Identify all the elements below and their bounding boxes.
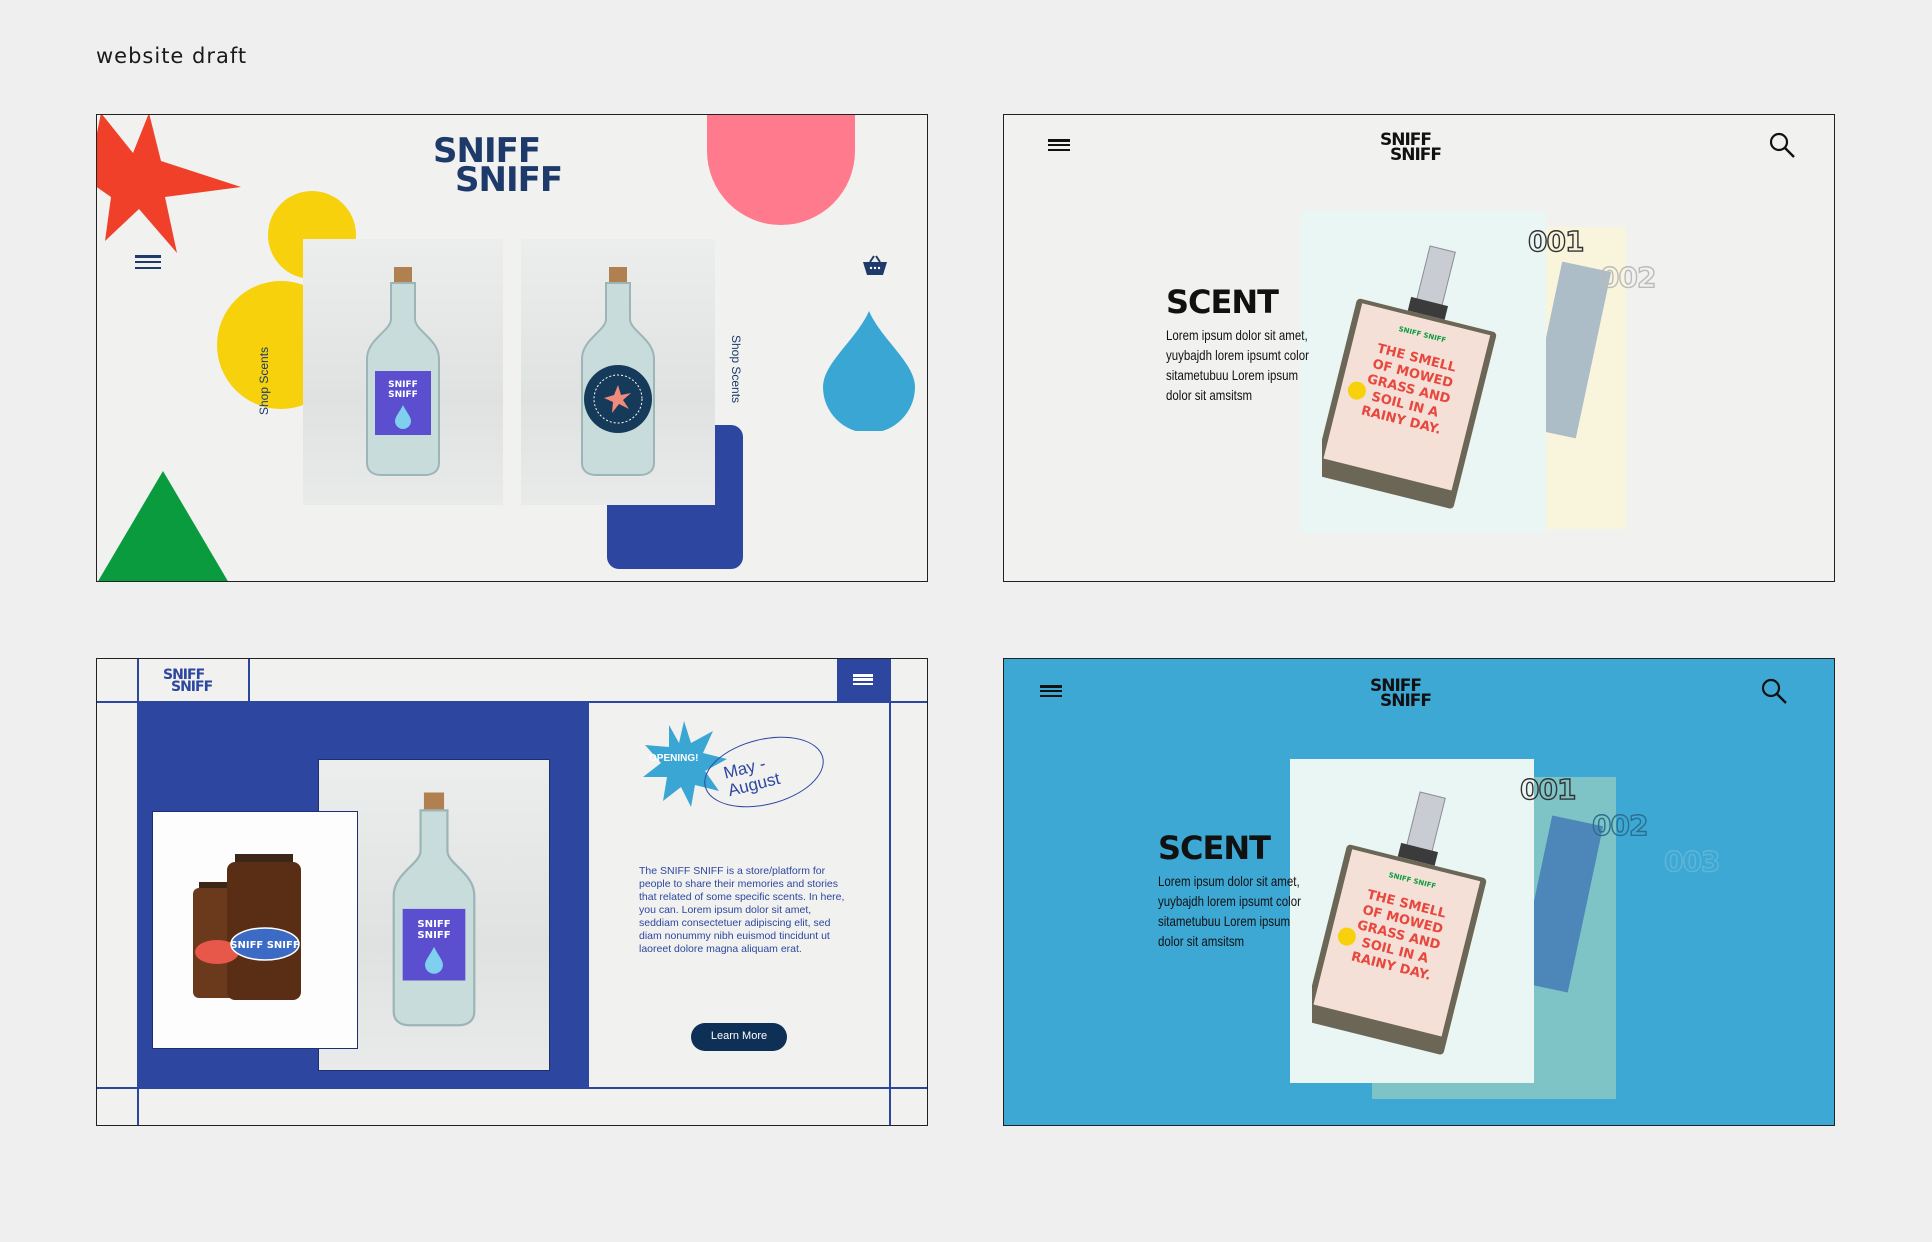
perfume-bottle-image: SNIFF SNIFF THE SMELL OF MOWED GRASS AND…: [1322, 245, 1497, 509]
learn-more-button[interactable]: Learn More: [691, 1023, 787, 1051]
menu-icon[interactable]: [1048, 139, 1070, 151]
cart-icon[interactable]: [861, 255, 889, 277]
draft-panel-scent-blue: SNIFF SNIFF SNIFF SNIFF THE SMELL OF MOWE…: [1003, 658, 1835, 1126]
shop-scents-left-link[interactable]: Shop Scents: [257, 347, 271, 415]
search-icon[interactable]: [1768, 131, 1796, 159]
brand-logo[interactable]: SNIFF SNIFF: [163, 668, 213, 694]
product-photo-1[interactable]: SNIFF SNIFF: [303, 239, 503, 505]
scent-number-1[interactable]: 001: [1527, 224, 1585, 258]
grid-line: [97, 1087, 927, 1089]
svg-text:SNIFF: SNIFF: [417, 919, 450, 930]
opening-badge-text: OPENING!: [649, 753, 699, 764]
green-triangle: [98, 471, 228, 581]
blue-drop-shape: [823, 311, 915, 431]
page-label: website draft: [96, 44, 248, 68]
brand-logo[interactable]: SNIFF SNIFF: [1380, 132, 1442, 163]
jar-label-text: SNIFF SNIFF: [230, 940, 299, 951]
menu-icon[interactable]: [135, 255, 161, 269]
svg-text:SNIFF: SNIFF: [388, 380, 418, 390]
scent-description: Lorem ipsum dolor sit amet, yuybajdh lor…: [1166, 327, 1309, 403]
scent-heading: SCENT: [1158, 829, 1271, 867]
shop-scents-right-link[interactable]: Shop Scents: [729, 335, 743, 403]
red-star-shape: [97, 115, 241, 253]
scent-number-2[interactable]: 002: [1599, 260, 1657, 294]
grid-line: [889, 659, 891, 1125]
brand-logo[interactable]: SNIFF SNIFF: [433, 134, 563, 198]
scent-heading: SCENT: [1166, 283, 1279, 321]
scent-number-2[interactable]: 002: [1591, 808, 1649, 842]
search-icon[interactable]: [1760, 677, 1788, 705]
perfume-bottle-image: SNIFF SNIFF THE SMELL OF MOWED GRASS AND…: [1312, 791, 1487, 1055]
svg-text:SNIFF: SNIFF: [417, 930, 450, 941]
brand-logo[interactable]: SNIFF SNIFF: [1370, 678, 1432, 709]
svg-text:SNIFF: SNIFF: [388, 390, 418, 400]
menu-button[interactable]: [837, 659, 889, 701]
jars-photo[interactable]: SNIFF SNIFF: [152, 811, 358, 1049]
about-paragraph: The SNIFF SNIFF is a store/platform for …: [639, 865, 845, 955]
draft-panel-scent-light: SNIFF SNIFF SNIFF SNIFF THE SMELL OF MOWE…: [1003, 114, 1835, 582]
grid-line: [248, 659, 250, 701]
scent-number-1[interactable]: 001: [1519, 772, 1577, 806]
draft-panel-home-colorful: SNIFF SNIFF Shop Scents Shop Scents SNIFF…: [96, 114, 928, 582]
scent-description: Lorem ipsum dolor sit amet, yuybajdh lor…: [1158, 873, 1301, 949]
bottle-image: SNIFF SNIFF: [366, 267, 440, 476]
product-photo-2[interactable]: [521, 239, 715, 505]
menu-icon[interactable]: [1040, 685, 1062, 697]
scent-number-3[interactable]: 003: [1663, 844, 1721, 878]
menu-icon: [853, 674, 873, 685]
bottle-image: SNIFF SNIFF: [392, 792, 476, 1027]
amber-jars-image: SNIFF SNIFF: [193, 854, 301, 1000]
draft-panel-about: SNIFF SNIFF SNIFF SNIFF SNIFF SNIFF OPEN…: [96, 658, 928, 1126]
bottle-image: [581, 267, 655, 476]
pink-half-circle: [707, 115, 855, 225]
